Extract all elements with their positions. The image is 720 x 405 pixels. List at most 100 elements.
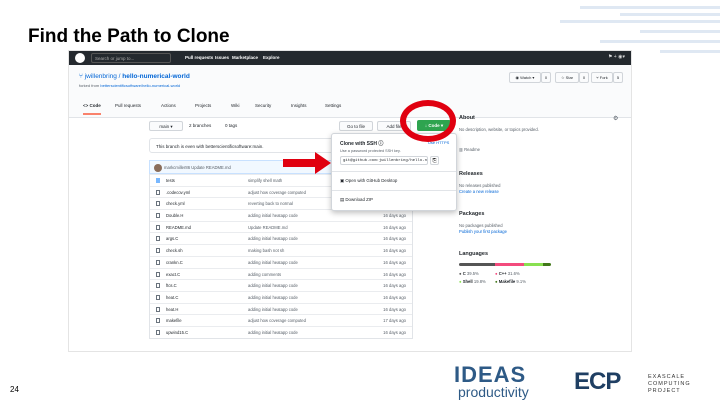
file-icon (156, 201, 160, 207)
clone-url-field[interactable]: git@github.com:jwillenbring/hello-n (340, 156, 428, 165)
repo-owner-link[interactable]: jwillenbring (85, 73, 117, 80)
tab-code[interactable]: <> Code (83, 99, 101, 115)
nav-explore[interactable]: Explore (263, 51, 280, 65)
go-to-file-button[interactable]: Go to file (339, 121, 373, 131)
star-count[interactable]: 0 (579, 72, 589, 83)
file-row[interactable]: args.C adding initial heatapp code 16 days… (150, 232, 412, 244)
file-name[interactable]: makefile (166, 315, 182, 326)
file-name[interactable]: heat.H (166, 304, 178, 315)
tab-security[interactable]: Security (255, 99, 271, 113)
language-item[interactable]: ● Makefile 9.1% (495, 279, 526, 284)
file-name[interactable]: ftcs.C (166, 280, 177, 291)
forked-from-link[interactable]: betterscientificsoftware/hello-numerical… (100, 83, 180, 88)
language-percent: 39.5% (466, 271, 479, 276)
file-icon (156, 329, 160, 335)
tab-actions[interactable]: Actions (161, 99, 176, 113)
file-commit-message[interactable]: adding initial heatapp code (248, 257, 298, 268)
star-button[interactable]: ☆ Star (555, 72, 579, 83)
file-name[interactable]: exact.C (166, 269, 180, 280)
readme-link[interactable]: ▥ Readme (459, 147, 480, 152)
file-row[interactable]: crankn.C adding initial heatapp code 16 da… (150, 255, 412, 268)
repo-name-link[interactable]: hello-numerical-world (122, 73, 190, 80)
file-row[interactable]: heat.C adding initial heatapp code 16 days… (150, 290, 412, 303)
file-row[interactable]: upwind15.C adding initial heatapp code 16 … (150, 325, 412, 338)
file-name[interactable]: crankn.C (166, 257, 183, 268)
ecp-text-line: EXASCALE (648, 374, 686, 380)
file-commit-message[interactable]: adding initial heatapp code (248, 280, 298, 291)
copy-icon[interactable]: ⎘ (430, 156, 439, 165)
file-commit-message[interactable]: adding initial heatapp code (248, 233, 298, 244)
language-item[interactable]: ● C++ 31.6% (495, 271, 520, 276)
file-commit-message[interactable]: making bash not sh (248, 245, 284, 256)
file-commit-message[interactable]: adding initial heatapp code (248, 304, 298, 315)
file-name[interactable]: Double.H (166, 210, 183, 221)
branches-link[interactable]: 2 branches (189, 123, 211, 128)
ecp-text-line: COMPUTING (648, 381, 691, 387)
branch-select[interactable]: main ▾ (149, 121, 183, 131)
file-name[interactable]: upwind15.C (166, 327, 188, 338)
file-age: 16 days ago (383, 248, 406, 254)
packages-none: No packages published (459, 223, 503, 228)
header-user-icons[interactable]: ⚑ + ◉▾ (608, 54, 625, 60)
file-commit-message[interactable]: adding comments (248, 269, 281, 280)
gear-icon[interactable]: ⚙ (613, 115, 618, 122)
file-commit-message[interactable]: adjust how coverage computed (248, 187, 306, 198)
download-zip-item[interactable]: ▤ Download ZIP (340, 197, 373, 203)
language-item[interactable]: ● C 39.5% (459, 271, 479, 276)
avatar (154, 164, 162, 172)
file-icon (156, 189, 160, 195)
watch-button[interactable]: ◉ Watch ▾ (509, 72, 541, 83)
file-commit-message[interactable]: reverting back to normal (248, 198, 293, 209)
file-row[interactable]: makefile adjust how coverage computed 17 d… (150, 314, 412, 326)
about-heading: About (459, 115, 475, 121)
tab-wiki[interactable]: Wiki (231, 99, 240, 113)
file-commit-message[interactable]: adding initial heatapp code (248, 210, 298, 221)
download-zip-label: Download ZIP (345, 197, 373, 202)
file-age: 17 days ago (383, 318, 406, 324)
nav-pull-requests[interactable]: Pull requests (185, 51, 213, 65)
language-bar-segment (459, 263, 496, 266)
latest-commit-text[interactable]: markcmiller86 Update README.md (164, 165, 231, 170)
file-name[interactable]: .codecov.yml (166, 187, 190, 198)
file-name[interactable]: heat.C (166, 292, 178, 303)
create-release-link[interactable]: Create a new release (459, 189, 499, 194)
divider (332, 190, 456, 191)
search-input[interactable]: Search or jump to... (91, 53, 171, 63)
file-age: 16 days ago (383, 306, 406, 312)
fork-count[interactable]: 5 (613, 72, 623, 83)
language-item[interactable]: ● Shell 19.8% (459, 279, 486, 284)
tab-projects[interactable]: Projects (195, 99, 211, 113)
tags-link[interactable]: 0 tags (225, 123, 237, 128)
file-row[interactable]: check.sh making bash not sh 16 days ago (150, 244, 412, 256)
file-row[interactable]: README.md Update README.md 16 days ago (150, 220, 412, 233)
file-name[interactable]: check.yml (166, 198, 185, 209)
arrow-shape (283, 152, 331, 174)
file-name[interactable]: check.sh (166, 245, 183, 256)
file-row[interactable]: exact.C adding comments 16 days ago (150, 267, 412, 280)
slide-number: 24 (10, 385, 19, 394)
nav-issues[interactable]: Issues (215, 51, 229, 65)
publish-package-link[interactable]: Publish your first package (459, 229, 507, 234)
language-bar-segment (542, 263, 551, 266)
watch-count[interactable]: 0 (541, 72, 551, 83)
fork-button[interactable]: ⑂ Fork (591, 72, 613, 83)
file-name[interactable]: tests (166, 175, 175, 186)
tab-pull-requests[interactable]: Pull requests (115, 99, 141, 113)
file-commit-message[interactable]: simplify shell math (248, 175, 282, 186)
file-name[interactable]: args.C (166, 233, 178, 244)
tab-insights[interactable]: Insights (291, 99, 307, 113)
file-commit-message[interactable]: adding initial heatapp code (248, 292, 298, 303)
open-desktop-item[interactable]: ▣ Open with GitHub Desktop (340, 178, 397, 184)
file-age: 16 days ago (383, 213, 406, 219)
file-commit-message[interactable]: adjust how coverage computed (248, 315, 306, 326)
decorative-stripe (640, 30, 720, 33)
tab-settings[interactable]: Settings (325, 99, 341, 113)
github-logo-icon[interactable] (75, 53, 85, 63)
nav-marketplace[interactable]: Marketplace (232, 51, 258, 65)
file-row[interactable]: heat.H adding initial heatapp code 16 days… (150, 302, 412, 315)
file-name[interactable]: README.md (166, 222, 191, 233)
file-commit-message[interactable]: adding initial heatapp code (248, 327, 298, 338)
file-commit-message[interactable]: Update README.md (248, 222, 288, 233)
file-row[interactable]: ftcs.C adding initial heatapp code 16 days… (150, 279, 412, 291)
language-percent: 19.8% (473, 279, 486, 284)
